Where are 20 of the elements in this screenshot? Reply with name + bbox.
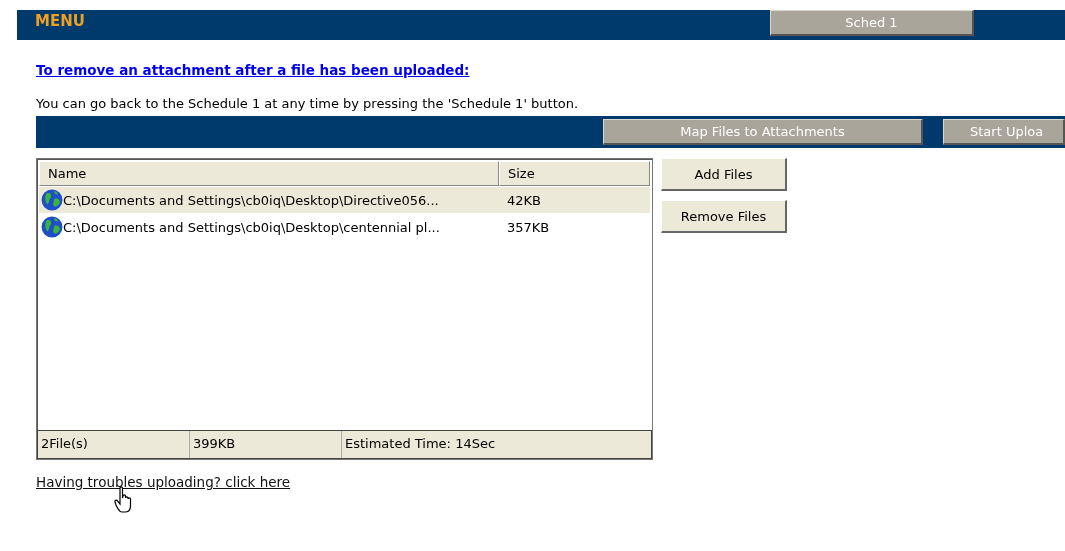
menu-title: MENU (35, 12, 85, 30)
column-header[interactable]: Name (39, 161, 499, 186)
file-size: 42KB (507, 192, 541, 208)
file-size: 357KB (507, 219, 550, 235)
status-cell-text: Estimated Time: 14Sec (344, 435, 497, 453)
hand-cursor-icon (114, 486, 134, 514)
globe-icon (41, 189, 63, 211)
globe-icon (41, 216, 63, 238)
status-cell: 399KB (190, 431, 342, 458)
instruction-text: You can go back to the Schedule 1 at any time by pressing the 'Schedule 1' button. (36, 96, 580, 111)
file-row[interactable]: C:\Documents and Settings\cb0iq\Desktop\Directive056... 42KB (39, 187, 650, 213)
file-button[interactable]: Add Files (661, 158, 787, 191)
column-header[interactable]: Size (499, 161, 650, 186)
file-path: C:\Documents and Settings\cb0iq\Desktop\Directive056... (63, 192, 440, 208)
help-link[interactable]: Having troubles uploading? click here (36, 474, 291, 490)
heading-link[interactable]: To remove an attachment after a file has been uploaded: (36, 62, 470, 78)
file-path: C:\Documents and Settings\cb0iq\Desktop\centennial pl... (63, 219, 441, 235)
status-cell: 2File(s) (38, 431, 190, 458)
file-row[interactable]: C:\Documents and Settings\cb0iq\Desktop\centennial pl... 357KB (39, 214, 650, 240)
file-button[interactable]: Remove Files (661, 200, 787, 233)
